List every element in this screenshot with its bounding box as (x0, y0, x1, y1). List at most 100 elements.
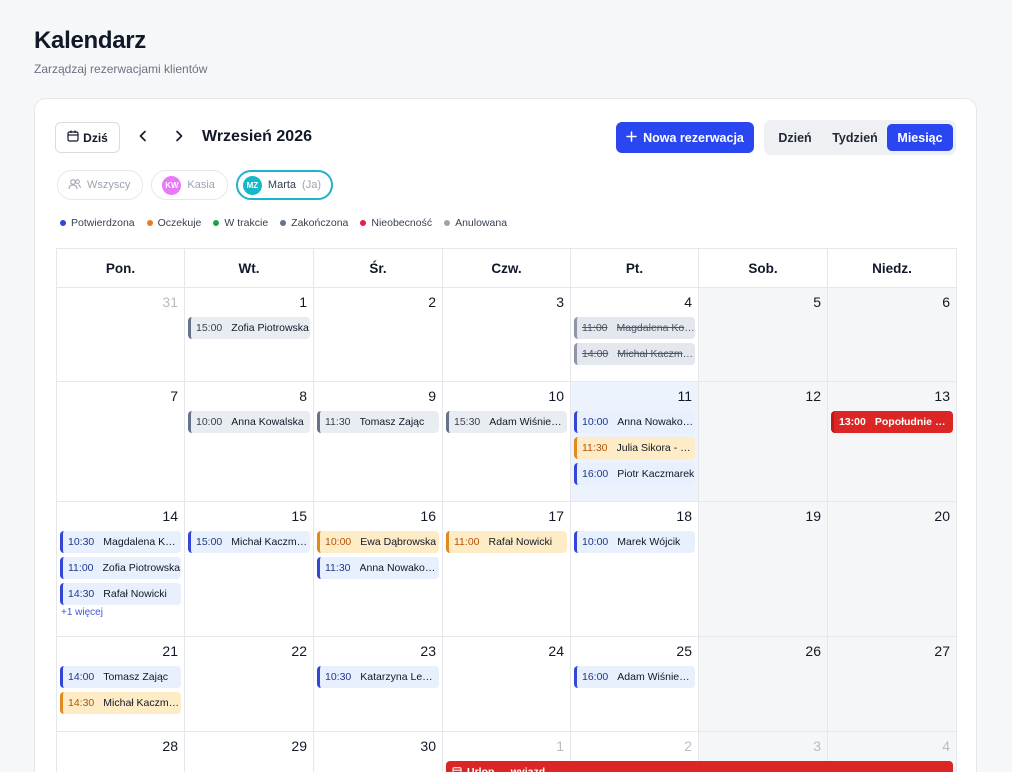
event-time: 10:30 (68, 536, 95, 548)
absence-span-event[interactable]: Urlop — wyjazd (446, 761, 953, 772)
day-cell[interactable]: 19 (699, 502, 828, 637)
booking-event[interactable]: 11:00 Zofia Piotrowska (60, 557, 181, 579)
booking-event[interactable]: 16:00 Adam Wiśniewski (574, 666, 695, 688)
day-cell[interactable]: 31 (57, 288, 185, 382)
day-cell[interactable]: 23 10:30 Katarzyna Lewandowska (314, 637, 443, 732)
day-cell[interactable]: 24 (443, 637, 571, 732)
filter-chip-marta[interactable]: MZ Marta (Ja) (235, 170, 333, 200)
booking-event[interactable]: 14:00 Michał Kaczmarek (574, 343, 695, 365)
event-time: 15:30 (454, 416, 481, 428)
booking-event[interactable]: 16:00 Piotr Kaczmarek (574, 463, 695, 485)
event-client-name: Zofia Piotrowska (102, 562, 181, 574)
booking-event[interactable]: 11:30 Julia Sikora - konsultacja (574, 437, 695, 459)
day-cell[interactable]: 27 (828, 637, 956, 732)
day-number: 12 (805, 388, 821, 404)
day-cell[interactable]: 16 10:00 Ewa Dąbrowska 11:30 Anna Nowakowska (314, 502, 443, 637)
today-button[interactable]: Dziś (55, 122, 120, 153)
booking-event[interactable]: 10:00 Marek Wójcik (574, 531, 695, 553)
day-cell[interactable]: 7 (57, 382, 185, 502)
legend-item: W trakcie (213, 217, 268, 229)
day-number: 30 (420, 738, 436, 754)
booking-event[interactable]: 14:30 Rafał Nowicki (60, 583, 181, 605)
booking-event[interactable]: 11:30 Tomasz Zając (317, 411, 439, 433)
day-cell[interactable]: 3 (443, 288, 571, 382)
day-cell[interactable]: 18 10:00 Marek Wójcik (571, 502, 699, 637)
booking-event[interactable]: 10:00 Ewa Dąbrowska (317, 531, 439, 553)
day-cell[interactable]: 28 (57, 732, 185, 772)
booking-event[interactable]: 13:00 Popołudnie wolne (831, 411, 953, 433)
day-cell[interactable]: 29 (185, 732, 314, 772)
view-tab-month[interactable]: Miesiąc (887, 124, 953, 151)
prev-month-button[interactable] (130, 122, 156, 153)
event-time: 11:00 (68, 562, 94, 574)
day-cell[interactable]: 21 14:00 Tomasz Zając 14:30 Michał Kaczmarek (57, 637, 185, 732)
event-client-name: Adam Wiśniewski (617, 671, 695, 683)
day-cell[interactable]: 12 (699, 382, 828, 502)
calendar-icon (67, 130, 79, 145)
new-booking-button[interactable]: Nowa rezerwacja (616, 122, 754, 153)
day-cell[interactable]: 17 11:00 Rafał Nowicki (443, 502, 571, 637)
weekday-header: Pon. Wt. Śr. Czw. Pt. Sob. Niedz. (57, 249, 956, 288)
day-cell[interactable]: 9 11:30 Tomasz Zając (314, 382, 443, 502)
status-dot (213, 220, 220, 226)
status-legend: Potwierdzona Oczekuje W trakcie Zakończo… (60, 217, 507, 229)
booking-event[interactable]: 14:30 Michał Kaczmarek (60, 692, 181, 714)
booking-event[interactable]: 15:00 Michał Kaczmarek (188, 531, 310, 553)
event-time: 16:00 (582, 468, 609, 480)
booking-event[interactable]: 11:00 Magdalena Kowalczyk (574, 317, 695, 339)
day-number: 8 (299, 388, 307, 404)
day-cell[interactable]: 22 (185, 637, 314, 732)
legend-item: Nieobecność (360, 217, 432, 229)
day-cell[interactable]: 1 15:00 Zofia Piotrowska (185, 288, 314, 382)
day-cell[interactable]: 5 (699, 288, 828, 382)
filter-chip-label: Marta (267, 179, 297, 191)
more-events-link[interactable]: +1 więcej (61, 607, 103, 618)
booking-event[interactable]: 11:00 Rafał Nowicki (446, 531, 567, 553)
booking-event[interactable]: 14:00 Tomasz Zając (60, 666, 181, 688)
day-cell[interactable]: 10 15:30 Adam Wiśniewski (443, 382, 571, 502)
booking-event[interactable]: 15:00 Zofia Piotrowska (188, 317, 310, 339)
filter-chip-all[interactable]: Wszyscy (57, 170, 144, 200)
day-number: 6 (942, 294, 950, 310)
booking-event[interactable]: 10:30 Magdalena Kowalczyk (60, 531, 181, 553)
event-time: 11:00 (582, 322, 608, 334)
event-time: 10:00 (196, 416, 223, 428)
legend-label: Potwierdzona (71, 217, 135, 229)
event-time: 10:00 (582, 416, 609, 428)
event-client-name: Julia Sikora - konsultacja (616, 442, 696, 454)
event-client-name: Tomasz Zając (359, 416, 425, 428)
view-tab-day[interactable]: Dzień (767, 124, 823, 151)
people-filter: Wszyscy KW Kasia MZ Marta (Ja) (57, 169, 333, 201)
day-cell[interactable]: 15 15:00 Michał Kaczmarek (185, 502, 314, 637)
event-time: 16:00 (582, 671, 609, 683)
booking-event[interactable]: 10:00 Anna Kowalska (188, 411, 310, 433)
day-cell[interactable]: 11 10:00 Anna Nowakowska 11:30 Julia Sikora … (571, 382, 699, 502)
booking-event[interactable]: 15:30 Adam Wiśniewski (446, 411, 567, 433)
day-cell[interactable]: 6 (828, 288, 956, 382)
booking-event[interactable]: 11:30 Anna Nowakowska (317, 557, 439, 579)
day-cell[interactable]: 4 11:00 Magdalena Kowalczyk 14:00 Michał Kac… (571, 288, 699, 382)
chevron-right-icon (174, 129, 184, 147)
day-cell[interactable]: 8 10:00 Anna Kowalska (185, 382, 314, 502)
day-cell[interactable]: 26 (699, 637, 828, 732)
day-cell[interactable]: 14 10:30 Magdalena Kowalczyk 11:00 Zofia Pio… (57, 502, 185, 637)
day-number: 15 (291, 508, 307, 524)
page-title: Kalendarz (34, 27, 147, 54)
next-month-button[interactable] (166, 122, 192, 153)
new-booking-label: Nowa rezerwacja (643, 130, 744, 145)
status-dot (444, 220, 451, 226)
day-cell[interactable]: 2 (314, 288, 443, 382)
day-cell[interactable]: 13 13:00 Popołudnie wolne (828, 382, 956, 502)
weekday-label: Niedz. (872, 261, 912, 276)
day-number: 29 (291, 738, 307, 754)
view-tab-week[interactable]: Tydzień (823, 124, 887, 151)
legend-label: Nieobecność (371, 217, 433, 229)
day-number: 13 (934, 388, 950, 404)
booking-event[interactable]: 10:00 Anna Nowakowska (574, 411, 695, 433)
day-cell[interactable]: 20 (828, 502, 956, 637)
filter-chip-kasia[interactable]: KW Kasia (151, 170, 228, 200)
day-cell[interactable]: 30 (314, 732, 443, 772)
booking-event[interactable]: 10:30 Katarzyna Lewandowska (317, 666, 439, 688)
day-number: 2 (428, 294, 436, 310)
day-cell[interactable]: 25 16:00 Adam Wiśniewski (571, 637, 699, 732)
